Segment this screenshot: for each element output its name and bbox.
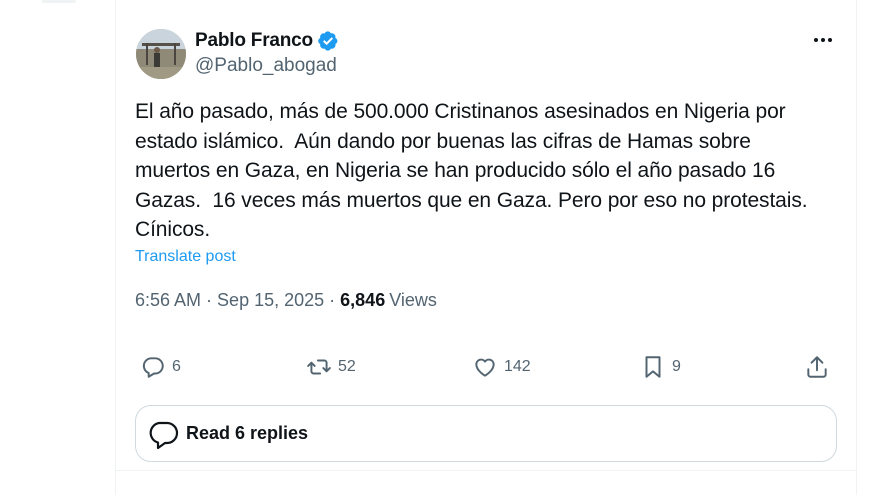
verified-badge-icon[interactable] [317, 30, 339, 52]
views-label: Views [389, 290, 437, 310]
share-button[interactable] [804, 350, 830, 384]
action-bar: 6 52 142 9 [116, 350, 856, 384]
reply-count: 6 [172, 358, 181, 375]
repost-count: 52 [338, 358, 356, 375]
bookmark-button[interactable]: 9 [640, 350, 681, 384]
tweet-meta: 6:56 AM · Sep 15, 2025 · 6,846 Views [135, 290, 437, 311]
like-button[interactable]: 142 [472, 350, 531, 384]
avatar[interactable] [136, 29, 186, 79]
meta-separator: · [329, 290, 336, 310]
dot-icon [828, 38, 832, 42]
author-name-row: Pablo Franco [195, 30, 339, 52]
like-count: 142 [504, 358, 531, 375]
views-count: 6,846 [340, 290, 386, 310]
read-replies-label: Read 6 replies [186, 423, 309, 443]
tweet-bottom-border [116, 470, 856, 471]
tweet-text: El año pasado, más de 500.000 Cristinano… [135, 100, 808, 241]
repost-button[interactable]: 52 [306, 350, 356, 384]
post-time[interactable]: 6:56 AM [135, 290, 201, 311]
post-date[interactable]: Sep 15, 2025 [217, 290, 324, 311]
reply-icon [142, 357, 164, 378]
right-column-border [856, 0, 857, 495]
speech-bubble-icon [149, 421, 179, 449]
heart-icon [475, 358, 495, 377]
repost-icon [307, 359, 331, 375]
author-handle[interactable]: @Pablo_abogad [195, 55, 337, 77]
bookmark-count: 9 [672, 358, 681, 375]
dot-icon [814, 38, 818, 42]
read-replies-button[interactable]: Read 6 replies [135, 405, 837, 462]
previous-item-stub [42, 0, 76, 3]
tweet-card: Pablo Franco @Pablo_abogad El año pasado… [116, 0, 856, 470]
translate-post-link[interactable]: Translate post [135, 248, 236, 266]
previous-item-edge [0, 0, 115, 10]
more-options-button[interactable] [808, 27, 838, 53]
share-icon [807, 356, 827, 378]
reply-button[interactable]: 6 [140, 350, 181, 384]
bookmark-icon [645, 356, 661, 378]
author-display-name[interactable]: Pablo Franco [195, 30, 313, 52]
meta-separator: · [206, 290, 213, 310]
avatar-photo-icon [136, 29, 186, 79]
dot-icon [821, 38, 825, 42]
